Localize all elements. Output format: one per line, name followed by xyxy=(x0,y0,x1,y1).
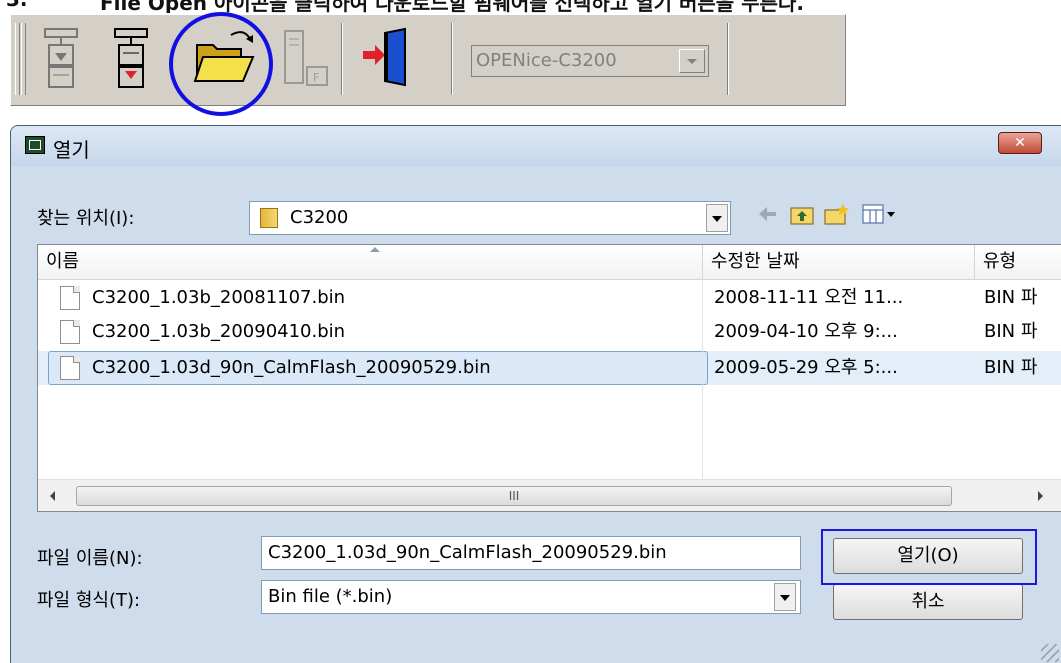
file-open-button[interactable] xyxy=(191,23,255,95)
up-folder-icon[interactable] xyxy=(789,202,815,226)
flash-file-button[interactable]: F xyxy=(275,23,335,95)
target-select[interactable]: OPENice-C3200 xyxy=(471,45,709,77)
file-name-input[interactable]: C3200_1.03d_90n_CalmFlash_20090529.bin xyxy=(261,536,801,570)
app-icon xyxy=(25,136,45,154)
close-button[interactable]: ✕ xyxy=(998,132,1042,154)
folder-icon xyxy=(260,208,278,228)
file-date: 2009-04-10 오후 9:... xyxy=(714,321,898,342)
target-select-value: OPENice-C3200 xyxy=(476,50,617,71)
upload-target-button[interactable] xyxy=(103,23,163,95)
document-caption: 3. File Open 아이콘을 클릭하여 다운로드할 펌웨어를 선택하고 열… xyxy=(0,0,1061,13)
file-type-label: 파일 형식(T): xyxy=(37,590,141,611)
file-row-selected[interactable]: C3200_1.03d_90n_CalmFlash_20090529.bin 2… xyxy=(38,351,1061,385)
download-target-icon xyxy=(44,28,78,88)
exit-icon xyxy=(363,27,406,87)
toolbar-grip-2[interactable] xyxy=(21,23,26,95)
file-type: BIN 파 xyxy=(984,287,1038,308)
svg-text:F: F xyxy=(313,71,319,84)
file-type-value: Bin file (*.bin) xyxy=(268,586,393,607)
open-dialog: 열기 ✕ 찾는 위치(I): C3200 이름 수정한 날짜 유형 C3200_… xyxy=(10,125,1061,663)
horizontal-scrollbar[interactable]: III xyxy=(38,479,1061,511)
file-name-label: 파일 이름(N): xyxy=(37,548,143,569)
toolbar-grip[interactable] xyxy=(15,23,20,95)
cancel-button[interactable]: 취소 xyxy=(833,584,1023,620)
caption-number: 3. xyxy=(6,0,28,11)
new-folder-icon[interactable] xyxy=(823,202,851,226)
file-name: C3200_1.03b_20081107.bin xyxy=(92,287,346,308)
chevron-down-icon[interactable] xyxy=(706,204,728,232)
file-date: 2008-11-11 오전 11... xyxy=(714,287,904,308)
file-name: C3200_1.03b_20090410.bin xyxy=(92,321,346,342)
column-header-type[interactable]: 유형 xyxy=(975,245,1061,279)
view-menu-icon[interactable] xyxy=(861,202,897,226)
dialog-title: 열기 xyxy=(53,138,90,162)
file-type: BIN 파 xyxy=(984,357,1038,378)
scrollbar-thumb[interactable]: III xyxy=(76,486,952,506)
scroll-left-icon[interactable] xyxy=(50,491,55,501)
file-row[interactable]: C3200_1.03b_20081107.bin 2008-11-11 오전 1… xyxy=(38,281,1061,315)
column-header-date[interactable]: 수정한 날짜 xyxy=(703,245,975,279)
look-in-select[interactable]: C3200 xyxy=(249,201,731,235)
file-type: BIN 파 xyxy=(984,321,1038,342)
flash-file-icon: F xyxy=(284,30,328,86)
toolbar-separator-3 xyxy=(727,23,729,95)
toolbar-separator-2 xyxy=(451,23,453,95)
dialog-titlebar[interactable]: 열기 ✕ xyxy=(11,126,1061,166)
file-list-header: 이름 수정한 날짜 유형 xyxy=(38,245,1061,280)
file-type-select[interactable]: Bin file (*.bin) xyxy=(261,580,801,614)
resize-grip[interactable] xyxy=(1041,644,1059,662)
exit-button[interactable] xyxy=(357,23,417,95)
file-row[interactable]: C3200_1.03b_20090410.bin 2009-04-10 오후 9… xyxy=(38,315,1061,349)
file-icon xyxy=(60,356,80,380)
open-button[interactable]: 열기(O) xyxy=(833,538,1023,574)
look-in-label: 찾는 위치(I): xyxy=(37,208,135,229)
file-icon xyxy=(60,286,80,310)
caption-text: File Open 아이콘을 클릭하여 다운로드할 펌웨어를 선택하고 열기 버… xyxy=(100,0,804,13)
upload-target-icon xyxy=(114,28,148,88)
toolbar: F OPENice-C3200 xyxy=(10,14,846,106)
scroll-right-icon[interactable] xyxy=(1038,491,1043,501)
sort-ascending-icon xyxy=(370,247,380,252)
toolbar-separator xyxy=(341,23,343,95)
file-date: 2009-05-29 오후 5:... xyxy=(714,357,898,378)
download-target-button[interactable] xyxy=(33,23,93,95)
file-list: 이름 수정한 날짜 유형 C3200_1.03b_20081107.bin 20… xyxy=(37,244,1061,512)
chevron-down-icon[interactable] xyxy=(774,583,796,611)
chevron-down-icon[interactable] xyxy=(679,49,705,73)
file-icon xyxy=(60,320,80,344)
column-divider xyxy=(702,279,703,479)
back-arrow-icon[interactable] xyxy=(755,202,779,226)
file-open-icon xyxy=(193,31,255,82)
file-name: C3200_1.03d_90n_CalmFlash_20090529.bin xyxy=(92,357,491,378)
look-in-value: C3200 xyxy=(290,207,349,228)
